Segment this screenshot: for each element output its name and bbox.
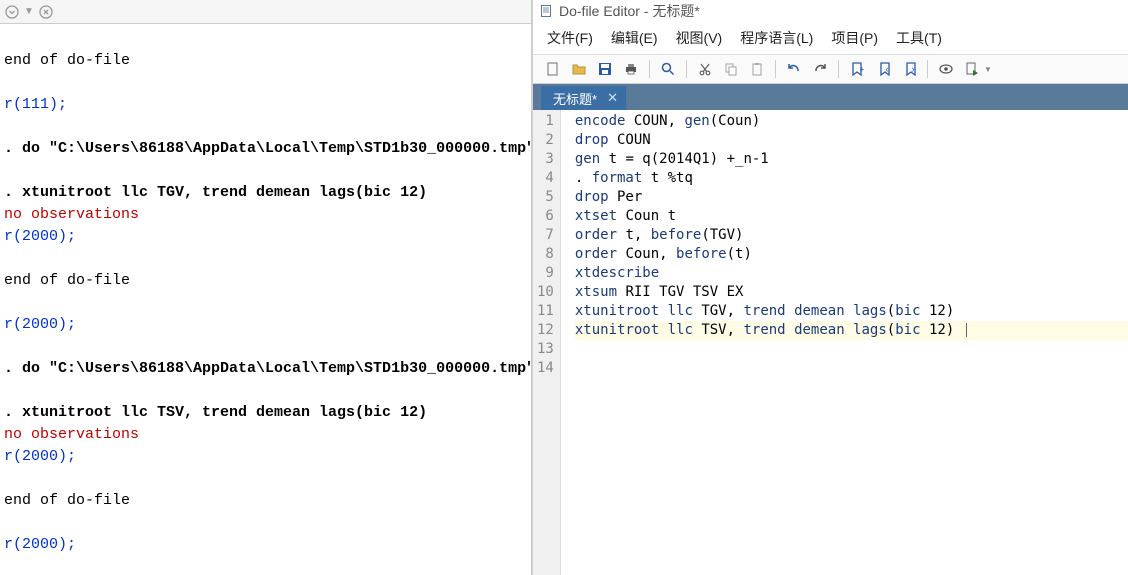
line-number: 4 — [537, 169, 554, 188]
separator — [686, 60, 687, 78]
search-icon[interactable] — [658, 59, 678, 79]
bookmark-prev-icon[interactable]: ‹ — [873, 59, 893, 79]
bookmark-next-icon[interactable]: › — [899, 59, 919, 79]
code-line[interactable]: xtdescribe — [575, 264, 1128, 283]
output-line: r(2000); — [4, 314, 527, 336]
output-line — [4, 468, 527, 490]
new-file-icon[interactable] — [543, 59, 563, 79]
output-line: r(2000); — [4, 534, 527, 556]
output-line — [4, 380, 527, 402]
bookmark-add-icon[interactable]: + — [847, 59, 867, 79]
tab-strip: 无标题* ✕ — [533, 84, 1128, 110]
code-line[interactable]: gen t = q(2014Q1) +_n-1 — [575, 150, 1128, 169]
output-line — [4, 116, 527, 138]
line-number: 7 — [537, 226, 554, 245]
separator — [838, 60, 839, 78]
output-line — [4, 72, 527, 94]
code-line[interactable]: xtunitroot llc TSV, trend demean lags(bi… — [575, 321, 1128, 340]
dofile-editor: Do-file Editor - 无标题* 文件(F) 编辑(E) 视图(V) … — [532, 0, 1128, 575]
results-toolbar: ▼ — [0, 0, 531, 24]
output-line: . do "C:\Users\86188\AppData\Local\Temp\… — [4, 138, 527, 160]
document-icon — [539, 4, 553, 18]
line-number: 9 — [537, 264, 554, 283]
output-line: r(2000); — [4, 446, 527, 468]
output-line: . do "C:\Users\86188\AppData\Local\Temp\… — [4, 358, 527, 380]
cut-icon[interactable] — [695, 59, 715, 79]
paste-icon[interactable] — [747, 59, 767, 79]
output-line: r(2000); — [4, 226, 527, 248]
menu-edit[interactable]: 编辑(E) — [611, 28, 658, 48]
separator — [775, 60, 776, 78]
output-line: end of do-file — [4, 270, 527, 292]
results-pane: ▼ end of do-file r(111); . do "C:\Users\… — [0, 0, 532, 575]
code-line[interactable] — [575, 340, 1128, 359]
open-folder-icon[interactable] — [569, 59, 589, 79]
output-line — [4, 292, 527, 314]
separator — [927, 60, 928, 78]
menu-file[interactable]: 文件(F) — [547, 28, 593, 48]
menu-project[interactable]: 项目(P) — [831, 28, 878, 48]
preview-icon[interactable] — [936, 59, 956, 79]
output-line: no observations — [4, 204, 527, 226]
code-line[interactable]: xtsum RII TGV TSV EX — [575, 283, 1128, 302]
undo-icon[interactable] — [784, 59, 804, 79]
output-line — [4, 512, 527, 534]
run-icon[interactable] — [962, 59, 982, 79]
code-line[interactable]: drop Per — [575, 188, 1128, 207]
output-line — [4, 160, 527, 182]
editor-titlebar: Do-file Editor - 无标题* — [533, 0, 1128, 22]
line-number: 6 — [537, 207, 554, 226]
code-line[interactable]: xtset Coun t — [575, 207, 1128, 226]
text-cursor — [966, 323, 967, 337]
line-number: 10 — [537, 283, 554, 302]
line-number: 8 — [537, 245, 554, 264]
output-line — [4, 248, 527, 270]
output-line: end of do-file — [4, 50, 527, 72]
line-number: 5 — [537, 188, 554, 207]
line-number: 13 — [537, 340, 554, 359]
line-number: 1 — [537, 112, 554, 131]
results-output[interactable]: end of do-file r(111); . do "C:\Users\86… — [0, 24, 531, 575]
separator — [649, 60, 650, 78]
print-icon[interactable] — [621, 59, 641, 79]
output-line: . xtunitroot llc TGV, trend demean lags(… — [4, 182, 527, 204]
run-dropdown-icon[interactable]: ▼ — [984, 65, 992, 74]
down-circle-icon[interactable] — [4, 4, 20, 20]
line-number: 3 — [537, 150, 554, 169]
code-line[interactable]: order Coun, before(t) — [575, 245, 1128, 264]
tab-label: 无标题* — [553, 89, 597, 108]
output-line: . xtunitroot llc TSV, trend demean lags(… — [4, 402, 527, 424]
output-line: end of do-file — [4, 490, 527, 512]
menubar: 文件(F) 编辑(E) 视图(V) 程序语言(L) 项目(P) 工具(T) — [533, 22, 1128, 54]
editor-area[interactable]: 1234567891011121314 encode COUN, gen(Cou… — [533, 110, 1128, 575]
dropdown-icon[interactable]: ▼ — [24, 6, 34, 17]
redo-icon[interactable] — [810, 59, 830, 79]
close-icon[interactable]: ✕ — [607, 90, 618, 106]
menu-view[interactable]: 视图(V) — [676, 28, 723, 48]
copy-icon[interactable] — [721, 59, 741, 79]
editor-tab[interactable]: 无标题* ✕ — [541, 86, 626, 110]
code-content[interactable]: encode COUN, gen(Coun)drop COUNgen t = q… — [561, 110, 1128, 575]
line-number: 11 — [537, 302, 554, 321]
code-line[interactable]: order t, before(TGV) — [575, 226, 1128, 245]
output-line: r(111); — [4, 94, 527, 116]
line-number: 14 — [537, 359, 554, 378]
line-number: 12 — [537, 321, 554, 340]
save-icon[interactable] — [595, 59, 615, 79]
menu-tools[interactable]: 工具(T) — [896, 28, 942, 48]
close-circle-icon[interactable] — [38, 4, 54, 20]
menu-lang[interactable]: 程序语言(L) — [740, 28, 813, 48]
code-line[interactable] — [575, 359, 1128, 378]
output-line — [4, 336, 527, 358]
line-gutter: 1234567891011121314 — [533, 110, 561, 575]
code-line[interactable]: . format t %tq — [575, 169, 1128, 188]
code-line[interactable]: encode COUN, gen(Coun) — [575, 112, 1128, 131]
code-line[interactable]: xtunitroot llc TGV, trend demean lags(bi… — [575, 302, 1128, 321]
code-line[interactable]: drop COUN — [575, 131, 1128, 150]
output-line — [4, 28, 527, 50]
editor-toolbar: + ‹ › ▼ — [533, 54, 1128, 84]
window-title: Do-file Editor - 无标题* — [559, 1, 700, 21]
line-number: 2 — [537, 131, 554, 150]
output-line: no observations — [4, 424, 527, 446]
